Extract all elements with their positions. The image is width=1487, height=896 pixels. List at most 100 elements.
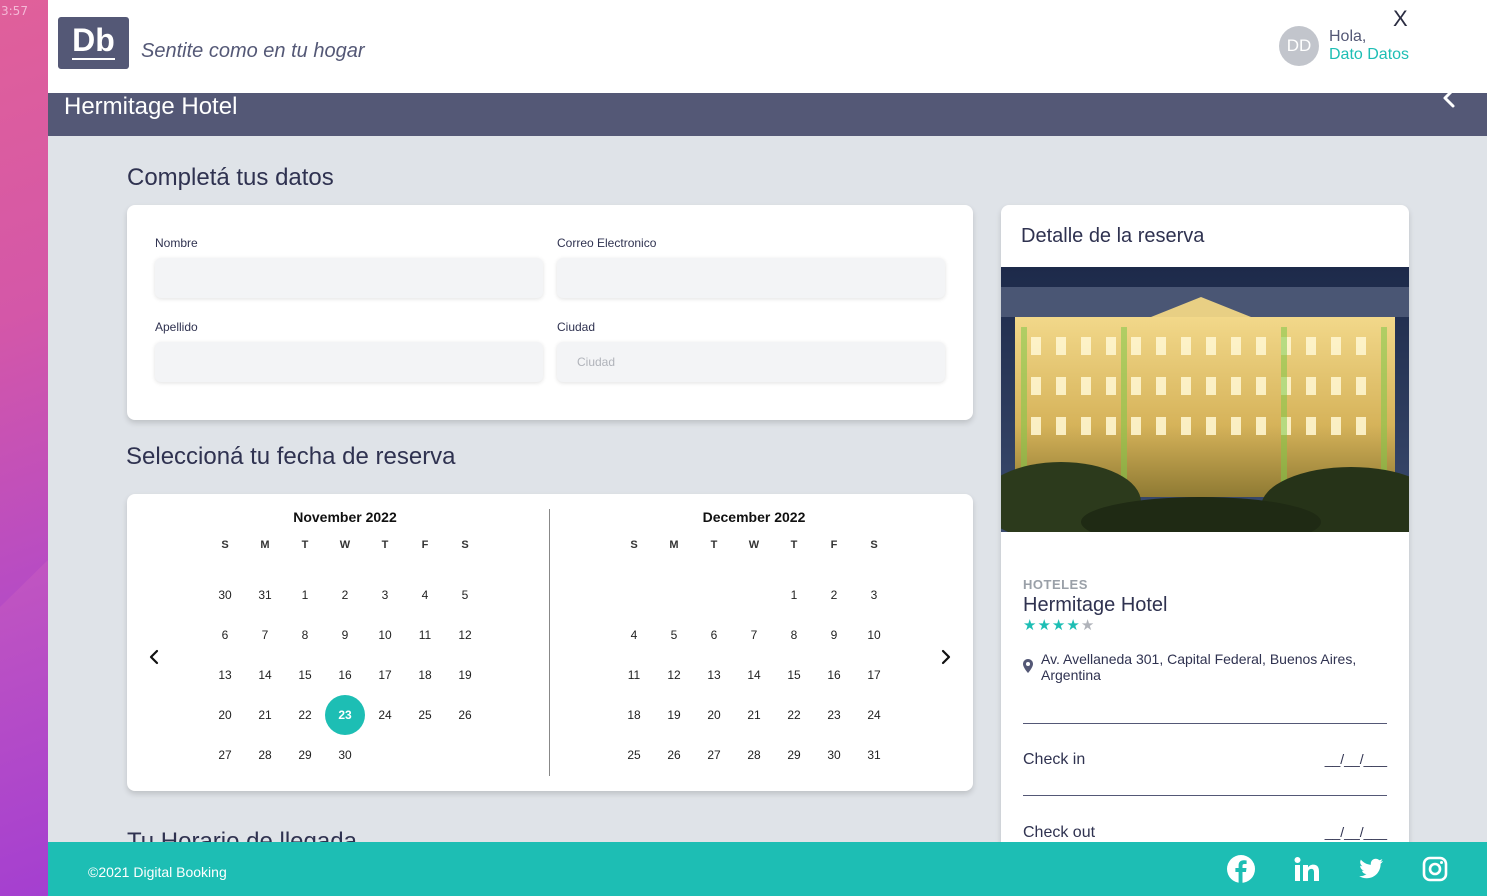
slogan: Sentite como en tu hogar xyxy=(141,40,365,62)
calendar-day[interactable]: 21 xyxy=(734,695,774,735)
weekday-header: F xyxy=(421,539,429,551)
month-title-november: November 2022 xyxy=(293,509,397,525)
calendar-day[interactable]: 22 xyxy=(285,695,325,735)
footer: ©2021 Digital Booking xyxy=(48,842,1487,896)
calendar-day[interactable]: 30 xyxy=(814,735,854,775)
logout-close-button[interactable]: X xyxy=(1393,6,1408,32)
calendar-day[interactable]: 6 xyxy=(694,615,734,655)
divider xyxy=(1023,723,1387,724)
calendar-day[interactable]: 24 xyxy=(365,695,405,735)
calendar-day[interactable]: 4 xyxy=(614,615,654,655)
calendar-day-selected[interactable]: 23 xyxy=(325,695,365,735)
calendar-day[interactable]: 15 xyxy=(285,655,325,695)
instagram-icon[interactable] xyxy=(1421,855,1449,883)
calendar-day[interactable]: 19 xyxy=(445,655,485,695)
calendar-day[interactable]: 18 xyxy=(614,695,654,735)
calendar-day[interactable]: 16 xyxy=(325,655,365,695)
apellido-label: Apellido xyxy=(155,320,198,334)
calendar-day[interactable]: 13 xyxy=(694,655,734,695)
calendar-day[interactable]: 16 xyxy=(814,655,854,695)
calendar-day[interactable]: 2 xyxy=(814,575,854,615)
calendar-day[interactable]: 10 xyxy=(854,615,894,655)
check-in-value: __/__/___ xyxy=(1324,751,1387,767)
calendar-day[interactable]: 12 xyxy=(654,655,694,695)
desktop-wallpaper-shape xyxy=(0,560,48,896)
calendar-day[interactable]: 26 xyxy=(445,695,485,735)
desktop-clock: 3:57 xyxy=(1,4,28,18)
calendar-day[interactable]: 27 xyxy=(205,735,245,775)
app-window: Db Sentite como en tu hogar DD Hola, Dat… xyxy=(48,0,1487,896)
calendar-day[interactable]: 13 xyxy=(205,655,245,695)
calendar-day[interactable]: 8 xyxy=(285,615,325,655)
calendar-day[interactable]: 31 xyxy=(245,575,285,615)
linkedin-icon[interactable] xyxy=(1293,855,1321,883)
calendar-day[interactable]: 11 xyxy=(614,655,654,695)
calendar-day[interactable]: 20 xyxy=(694,695,734,735)
calendar-day[interactable]: 20 xyxy=(205,695,245,735)
nombre-input[interactable] xyxy=(155,258,543,298)
calendar-day[interactable]: 8 xyxy=(774,615,814,655)
calendar-divider xyxy=(549,509,550,776)
weekday-header: M xyxy=(669,539,679,551)
calendar-day[interactable]: 25 xyxy=(405,695,445,735)
calendar-day[interactable]: 21 xyxy=(245,695,285,735)
calendar-day[interactable]: 14 xyxy=(245,655,285,695)
product-title: Hermitage Hotel xyxy=(64,93,238,120)
calendar-day[interactable]: 7 xyxy=(245,615,285,655)
calendar-day[interactable]: 3 xyxy=(365,575,405,615)
apellido-input[interactable] xyxy=(155,342,543,382)
calendar-day[interactable]: 3 xyxy=(854,575,894,615)
calendar-day[interactable]: 24 xyxy=(854,695,894,735)
calendar-day[interactable]: 18 xyxy=(405,655,445,695)
calendar-day[interactable]: 31 xyxy=(854,735,894,775)
calendar-day[interactable]: 4 xyxy=(405,575,445,615)
calendar-day[interactable]: 23 xyxy=(814,695,854,735)
header: Db Sentite como en tu hogar DD Hola, Dat… xyxy=(48,0,1487,93)
calendar-day[interactable]: 10 xyxy=(365,615,405,655)
calendar-day[interactable]: 19 xyxy=(654,695,694,735)
calendar-day[interactable]: 11 xyxy=(405,615,445,655)
weekday-header: W xyxy=(748,539,760,551)
calendar-day[interactable]: 29 xyxy=(774,735,814,775)
calendar-day[interactable]: 14 xyxy=(734,655,774,695)
calendar-day[interactable]: 5 xyxy=(654,615,694,655)
calendar-day[interactable]: 22 xyxy=(774,695,814,735)
calendar-day[interactable]: 15 xyxy=(774,655,814,695)
calendar-day[interactable]: 28 xyxy=(734,735,774,775)
hotel-name: Hermitage Hotel xyxy=(1023,594,1168,616)
facebook-icon[interactable] xyxy=(1227,855,1255,883)
calendar-day[interactable]: 30 xyxy=(205,575,245,615)
calendar-day[interactable]: 5 xyxy=(445,575,485,615)
calendar-day[interactable]: 28 xyxy=(245,735,285,775)
calendar-day[interactable]: 30 xyxy=(325,735,365,775)
date-picker-card: November 2022 December 2022 S M T W T F S 30 31 1… xyxy=(127,494,973,791)
calendar-day[interactable]: 1 xyxy=(774,575,814,615)
calendar-day[interactable]: 27 xyxy=(694,735,734,775)
calendar-day[interactable]: 6 xyxy=(205,615,245,655)
calendar-day[interactable]: 9 xyxy=(325,615,365,655)
calendar-day[interactable]: 9 xyxy=(814,615,854,655)
calendar-day[interactable]: 29 xyxy=(285,735,325,775)
correo-input[interactable] xyxy=(557,258,945,298)
chevron-left-icon[interactable] xyxy=(145,648,163,666)
calendar-day[interactable]: 25 xyxy=(614,735,654,775)
calendar-day[interactable]: 17 xyxy=(365,655,405,695)
ciudad-input[interactable] xyxy=(557,342,945,382)
weekday-header: S xyxy=(630,539,638,551)
chevron-right-icon[interactable] xyxy=(937,648,955,666)
star-filled-icon: ★ xyxy=(1051,617,1067,634)
check-out-label: Check out xyxy=(1023,824,1096,841)
calendar-day[interactable]: 17 xyxy=(854,655,894,695)
chevron-left-icon[interactable] xyxy=(1438,87,1460,109)
calendar-day[interactable]: 1 xyxy=(285,575,325,615)
calendar-day[interactable]: 26 xyxy=(654,735,694,775)
calendar-day[interactable]: 12 xyxy=(445,615,485,655)
calendar-day[interactable]: 2 xyxy=(325,575,365,615)
hotel-address: Av. Avellaneda 301, Capital Federal, Bue… xyxy=(1041,651,1357,683)
twitter-icon[interactable] xyxy=(1357,855,1385,883)
user-name: Dato Datos xyxy=(1329,46,1410,63)
weekday-header: T xyxy=(710,539,718,551)
weekday-header: W xyxy=(339,539,351,551)
calendar-day[interactable]: 7 xyxy=(734,615,774,655)
logo[interactable]: Db xyxy=(58,17,129,69)
